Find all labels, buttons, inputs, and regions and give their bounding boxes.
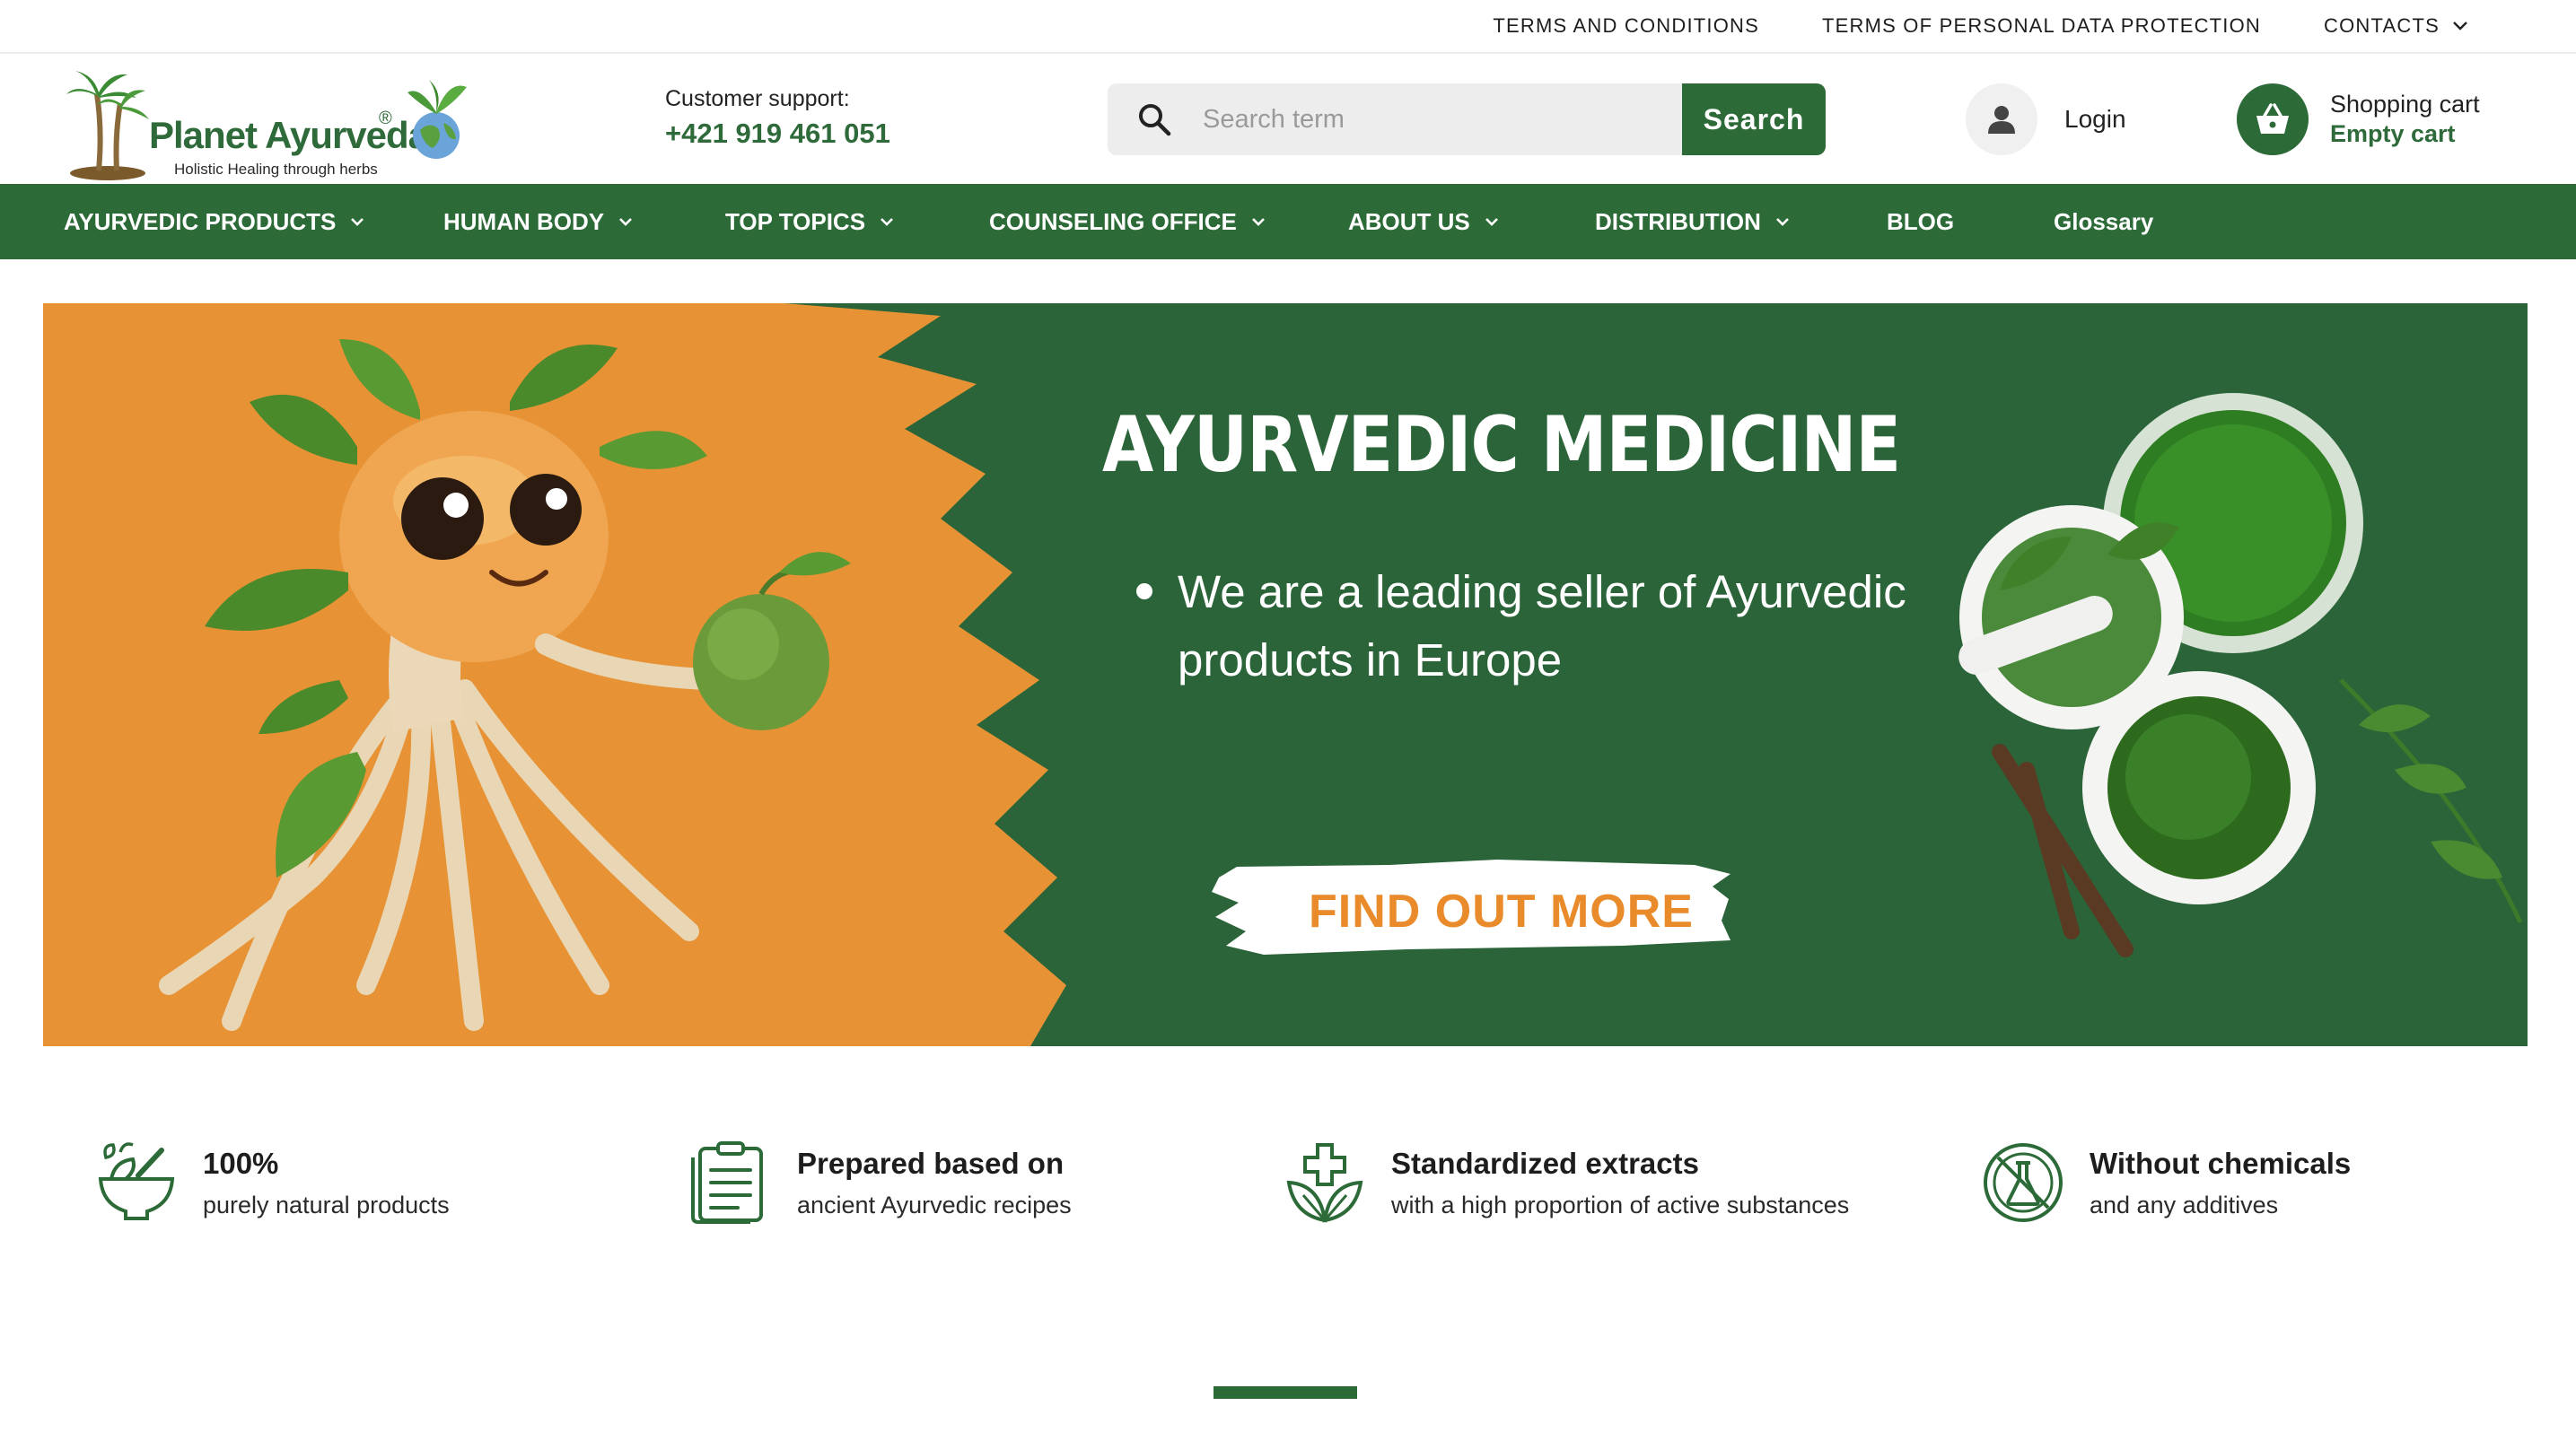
nav-ayurvedic-products[interactable]: AYURVEDIC PRODUCTS xyxy=(64,184,364,259)
top-links: TERMS AND CONDITIONS TERMS OF PERSONAL D… xyxy=(1430,0,2468,52)
bullet-dot xyxy=(1136,583,1152,599)
no-chemicals-flask-icon xyxy=(1984,1143,2063,1222)
main-navigation: AYURVEDIC PRODUCTS HUMAN BODY TOP TOPICS… xyxy=(0,184,2576,259)
contacts-link[interactable]: CONTACTS xyxy=(2324,14,2468,38)
chevron-down-icon xyxy=(1485,217,1498,226)
logo-tagline: Holistic Healing through herbs xyxy=(174,161,378,178)
shopping-cart[interactable]: Shopping cart Empty cart xyxy=(2237,83,2480,155)
hero-bullet-text: We are a leading seller of Ayurvedic pro… xyxy=(1178,566,1906,686)
search-bar: Search xyxy=(1108,83,1826,155)
feature-title: Without chemicals xyxy=(2090,1147,2352,1180)
nav-about-us[interactable]: ABOUT US xyxy=(1348,184,1499,259)
chevron-down-icon xyxy=(2453,22,2467,31)
mortar-herbs-icon xyxy=(98,1142,175,1220)
site-header: Planet Ayurveda ® Holistic Healing throu… xyxy=(0,54,2576,184)
feature-no-chemicals: Without chemicals and any additives xyxy=(1980,1140,2351,1226)
logo[interactable]: Planet Ayurveda ® Holistic Healing throu… xyxy=(63,67,476,180)
hero-title: AYURVEDIC MEDICINE xyxy=(1102,400,1901,490)
herbs-bowls-illustration xyxy=(1958,393,2523,957)
contacts-label: CONTACTS xyxy=(2324,14,2440,37)
nav-label: AYURVEDIC PRODUCTS xyxy=(64,207,337,235)
section-divider-bar xyxy=(1214,1386,1357,1399)
basket-icon xyxy=(2237,83,2309,155)
support-phone-link[interactable]: +421 919 461 051 xyxy=(665,118,890,150)
chevron-down-icon xyxy=(1775,217,1789,226)
feature-subtitle: with a high proportion of active substan… xyxy=(1391,1192,1850,1218)
nav-label: COUNSELING OFFICE xyxy=(989,207,1237,235)
feature-subtitle: and any additives xyxy=(2090,1192,2279,1218)
search-button[interactable]: Search xyxy=(1682,83,1826,155)
nav-label: BLOG xyxy=(1887,207,1955,235)
cart-title: Shopping cart xyxy=(2330,91,2480,118)
search-input[interactable] xyxy=(1201,83,1682,155)
chevron-down-icon xyxy=(619,217,633,226)
cart-status: Empty cart xyxy=(2330,120,2456,147)
top-utility-bar: TERMS AND CONDITIONS TERMS OF PERSONAL D… xyxy=(0,0,2576,54)
chevron-down-icon xyxy=(1251,217,1265,226)
nav-blog[interactable]: BLOG xyxy=(1887,184,1954,259)
nav-label: DISTRIBUTION xyxy=(1595,207,1761,235)
chevron-down-icon xyxy=(881,217,893,226)
user-icon xyxy=(1966,83,2037,155)
nav-human-body[interactable]: HUMAN BODY xyxy=(443,184,633,259)
feature-recipes: Prepared based on ancient Ayurvedic reci… xyxy=(688,1140,1072,1226)
find-out-more-button[interactable]: FIND OUT MORE xyxy=(1309,885,1694,939)
nav-label: TOP TOPICS xyxy=(725,207,866,235)
customer-support: Customer support: +421 919 461 051 xyxy=(665,86,890,150)
login-label: Login xyxy=(2064,105,2126,133)
nav-glossary[interactable]: Glossary xyxy=(2054,184,2153,259)
feature-natural: 100% purely natural products xyxy=(93,1140,450,1226)
nav-label: ABOUT US xyxy=(1348,207,1470,235)
logo-registered-mark: ® xyxy=(379,109,392,128)
feature-subtitle: purely natural products xyxy=(203,1192,450,1218)
feature-subtitle: ancient Ayurvedic recipes xyxy=(797,1192,1072,1218)
hero-banner[interactable]: AYURVEDIC MEDICINE We are a leading sell… xyxy=(43,303,2528,1046)
feature-extracts: Standardized extracts with a high propor… xyxy=(1282,1140,1849,1226)
nav-top-topics[interactable]: TOP TOPICS xyxy=(725,184,894,259)
search-icon xyxy=(1108,83,1201,155)
recipe-document-icon xyxy=(691,1141,763,1224)
terms-link[interactable]: TERMS AND CONDITIONS xyxy=(1493,14,1759,38)
chevron-down-icon xyxy=(351,217,364,226)
nav-label: Glossary xyxy=(2054,207,2154,235)
nav-distribution[interactable]: DISTRIBUTION xyxy=(1595,184,1790,259)
leaf-cross-icon xyxy=(1286,1143,1363,1223)
nav-counseling-office[interactable]: COUNSELING OFFICE xyxy=(989,184,1266,259)
feature-title: 100% xyxy=(203,1147,279,1180)
feature-title: Standardized extracts xyxy=(1391,1147,1699,1180)
globe-leaf-icon xyxy=(407,80,467,159)
palm-tree-icon xyxy=(66,71,149,180)
feature-title: Prepared based on xyxy=(797,1147,1065,1180)
nav-label: HUMAN BODY xyxy=(443,207,605,235)
data-protection-link[interactable]: TERMS OF PERSONAL DATA PROTECTION xyxy=(1822,14,2261,38)
support-label: Customer support: xyxy=(665,86,850,111)
login-link[interactable]: Login xyxy=(1966,83,2126,155)
